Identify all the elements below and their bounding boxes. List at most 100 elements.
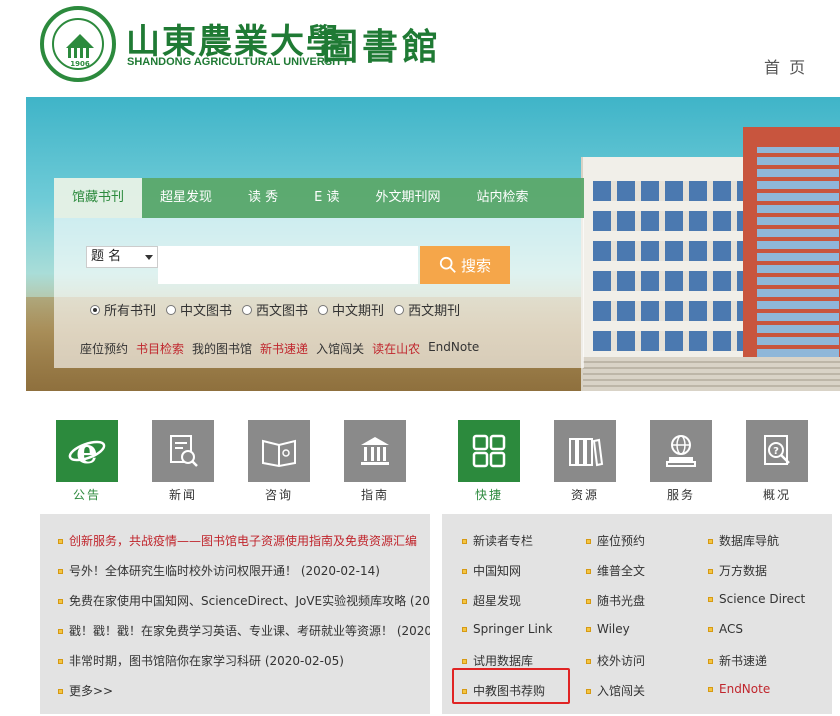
tile-guide[interactable] — [344, 420, 406, 482]
ql-entry-quiz[interactable]: 入馆闯关 — [586, 682, 645, 699]
tab-chaoxing-discovery[interactable]: 超星发现 — [142, 178, 230, 218]
radio-label: 西文图书 — [256, 304, 309, 319]
label-resources[interactable]: 资源 — [554, 486, 616, 503]
search-button[interactable]: 搜索 — [420, 246, 510, 284]
tab-catalog[interactable]: 馆藏书刊 — [54, 178, 143, 218]
link-endnote[interactable]: EndNote — [428, 340, 479, 357]
building-stairs — [583, 357, 840, 391]
ql-endnote[interactable]: EndNote — [708, 682, 770, 696]
notice-item[interactable]: 非常时期，图书馆陪你在家学习科研 (2020-02-05) — [58, 652, 344, 669]
ql-label: 超星发现 — [473, 594, 522, 608]
grid-icon — [472, 434, 506, 468]
ql-label: 随书光盘 — [597, 594, 646, 608]
ql-springer[interactable]: Springer Link — [462, 622, 552, 636]
tile-services[interactable] — [650, 420, 712, 482]
tile-resources[interactable] — [554, 420, 616, 482]
link-reading-sdau[interactable]: 读在山农 — [372, 340, 420, 357]
search-field-select[interactable]: 题 名 — [86, 246, 158, 268]
tile-news[interactable] — [152, 420, 214, 482]
radio-label: 中文期刊 — [332, 304, 385, 319]
open-book-icon — [262, 439, 296, 468]
bullet-icon — [586, 569, 591, 574]
radio-label: 中文图书 — [180, 304, 233, 319]
search-tabs: 馆藏书刊 超星发现 读 秀 E 读 外文期刊网 站内检索 — [54, 178, 584, 218]
link-seat-reservation[interactable]: 座位预约 — [80, 340, 128, 357]
search-input[interactable] — [158, 246, 418, 284]
ql-chaoxing[interactable]: 超星发现 — [462, 592, 521, 609]
ql-new-books[interactable]: 新书速递 — [708, 652, 767, 669]
bullet-icon — [462, 627, 467, 632]
radio-dot — [166, 304, 177, 315]
tab-e-read[interactable]: E 读 — [296, 178, 357, 218]
home-link[interactable]: 首 页 — [764, 54, 807, 78]
tile-announcements[interactable]: e — [56, 420, 118, 482]
link-entry-quiz[interactable]: 入馆闯关 — [316, 340, 364, 357]
svg-text:e: e — [76, 432, 98, 471]
radio-western-books[interactable]: 西文图书 — [242, 300, 308, 319]
notice-item[interactable]: 创新服务，共战疫情——图书馆电子资源使用指南及免费资源汇编 — [58, 532, 417, 549]
link-catalog-search[interactable]: 书目检索 — [136, 340, 184, 357]
bullet-icon — [58, 659, 63, 664]
ql-trial-database[interactable]: 试用数据库 — [462, 652, 533, 669]
ql-seat-reservation[interactable]: 座位预约 — [586, 532, 645, 549]
more-notices-link[interactable]: 更多>> — [58, 682, 113, 699]
label-announcements[interactable]: 公告 — [56, 486, 118, 503]
svg-text:?: ? — [773, 446, 779, 457]
notice-item[interactable]: 免费在家使用中国知网、ScienceDirect、JoVE实验视频库攻略 (20… — [58, 592, 430, 609]
label-consult[interactable]: 咨询 — [248, 486, 310, 503]
tile-shortcuts[interactable] — [458, 420, 520, 482]
search-scope-radios: 所有书刊 中文图书 西文图书 中文期刊 西文期刊 — [90, 300, 460, 319]
site-header: 1906 山東農業大學 SHANDONG AGRICULTURAL UNIVER… — [0, 0, 840, 96]
bullet-icon — [58, 689, 63, 694]
radio-dot — [394, 304, 405, 315]
label-guide[interactable]: 指南 — [344, 486, 406, 503]
ql-wanfang[interactable]: 万方数据 — [708, 562, 767, 579]
ql-label: Science Direct — [719, 592, 806, 606]
notice-text: 戳！戳！戳！在家免费学习英语、专业课、考研就业等资源！ (2020 — [69, 624, 430, 638]
ql-science-direct[interactable]: Science Direct — [708, 592, 805, 606]
radio-chinese-journals[interactable]: 中文期刊 — [318, 300, 384, 319]
bullet-icon — [586, 599, 591, 604]
chevron-down-icon — [145, 255, 153, 260]
label-overview[interactable]: 概况 — [746, 486, 808, 503]
link-new-books[interactable]: 新书速递 — [260, 340, 308, 357]
search-quick-links: 座位预约 书目检索 我的图书馆 新书速递 入馆闯关 读在山农 EndNote — [80, 340, 479, 357]
ql-book-cd[interactable]: 随书光盘 — [586, 592, 645, 609]
tab-foreign-journals[interactable]: 外文期刊网 — [358, 178, 459, 218]
bullet-icon — [708, 597, 713, 602]
radio-chinese-books[interactable]: 中文图书 — [166, 300, 232, 319]
ql-label: 新书速递 — [719, 654, 768, 668]
link-my-library[interactable]: 我的图书馆 — [192, 340, 252, 357]
ql-label: 入馆闯关 — [597, 684, 646, 698]
ql-off-campus[interactable]: 校外访问 — [586, 652, 645, 669]
bullet-icon — [462, 539, 467, 544]
bullet-icon — [708, 539, 713, 544]
tab-site-search[interactable]: 站内检索 — [459, 178, 547, 218]
radio-western-journals[interactable]: 西文期刊 — [394, 300, 460, 319]
tile-overview[interactable]: ? — [746, 420, 808, 482]
ql-wiley[interactable]: Wiley — [586, 622, 630, 636]
tab-duxiu[interactable]: 读 秀 — [230, 178, 296, 218]
ql-vip-fulltext[interactable]: 维普全文 — [586, 562, 645, 579]
university-seal-logo[interactable]: 1906 — [40, 6, 116, 82]
label-services[interactable]: 服务 — [650, 486, 712, 503]
notice-item[interactable]: 号外！全体研究生临时校外访问权限开通！ (2020-02-14) — [58, 562, 380, 579]
ql-acs[interactable]: ACS — [708, 622, 743, 636]
notices-panel: 创新服务，共战疫情——图书馆电子资源使用指南及免费资源汇编 号外！全体研究生临时… — [40, 514, 430, 714]
library-building-icon — [361, 437, 389, 465]
ql-cnki[interactable]: 中国知网 — [462, 562, 521, 579]
label-news[interactable]: 新闻 — [152, 486, 214, 503]
radio-all-books[interactable]: 所有书刊 — [90, 300, 156, 319]
ql-label: ACS — [719, 622, 743, 636]
ql-new-reader[interactable]: 新读者专栏 — [462, 532, 533, 549]
bullet-icon — [58, 599, 63, 604]
annotation-highlight-box — [452, 668, 570, 704]
label-shortcuts[interactable]: 快捷 — [458, 486, 520, 503]
notice-item[interactable]: 戳！戳！戳！在家免费学习英语、专业课、考研就业等资源！ (2020 — [58, 622, 430, 639]
tile-consult[interactable] — [248, 420, 310, 482]
notice-text: 号外！全体研究生临时校外访问权限开通！ (2020-02-14) — [69, 564, 380, 578]
building-tower — [743, 127, 840, 377]
ql-database-nav[interactable]: 数据库导航 — [708, 532, 779, 549]
ie-icon: e — [68, 432, 106, 471]
radio-label: 所有书刊 — [104, 304, 157, 319]
